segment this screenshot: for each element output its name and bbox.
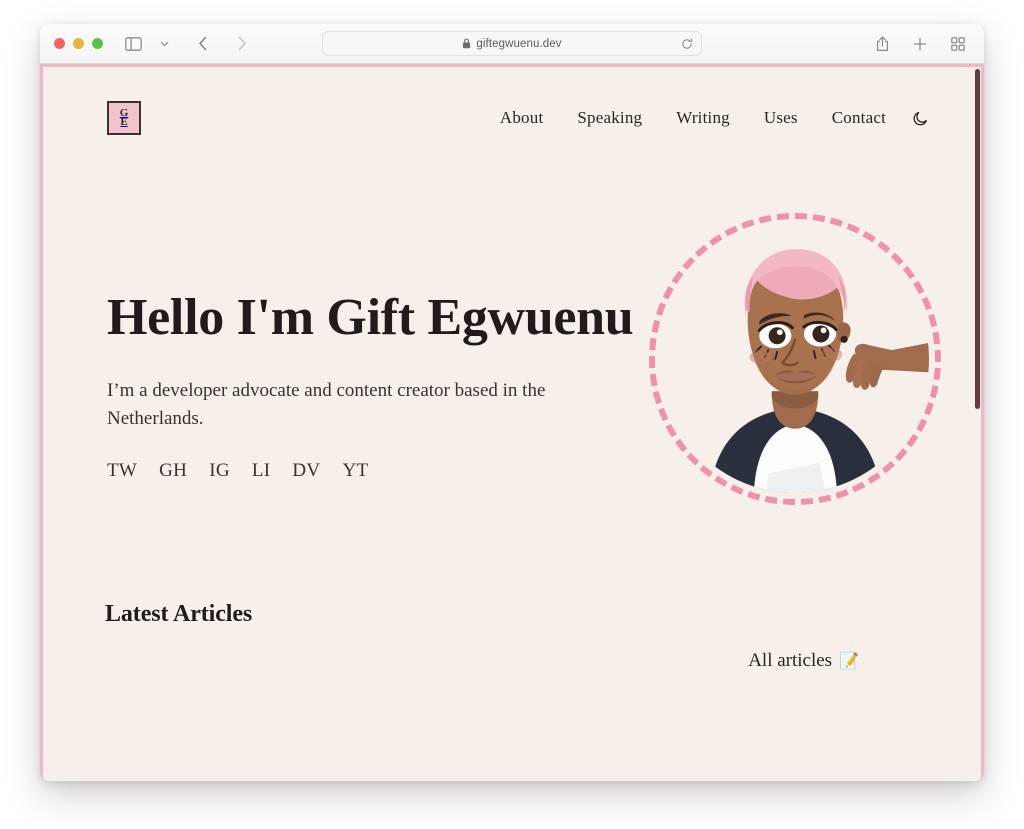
social-links: TW GH IG LI DV YT bbox=[107, 460, 637, 482]
site-navigation: About Speaking Writing Uses Contact bbox=[500, 108, 929, 128]
sidebar-toggle-icon[interactable] bbox=[121, 33, 145, 55]
forward-button-icon[interactable] bbox=[230, 33, 254, 55]
site-logo[interactable]: G E bbox=[107, 101, 141, 135]
all-articles-label: All articles bbox=[748, 650, 833, 671]
nav-item-uses[interactable]: Uses bbox=[764, 108, 798, 128]
avatar bbox=[649, 213, 941, 505]
nav-item-about[interactable]: About bbox=[500, 108, 544, 128]
site-header: G E About Speaking Writing Uses Contact bbox=[43, 67, 981, 135]
page-scrollbar-thumb[interactable] bbox=[975, 69, 980, 409]
moon-icon[interactable] bbox=[912, 110, 929, 127]
social-link-github[interactable]: GH bbox=[159, 460, 187, 482]
window-controls bbox=[54, 38, 103, 49]
latest-articles-heading: Latest Articles bbox=[105, 601, 253, 627]
social-link-linkedin[interactable]: LI bbox=[252, 460, 271, 482]
nav-item-speaking[interactable]: Speaking bbox=[577, 108, 642, 128]
social-link-instagram[interactable]: IG bbox=[209, 460, 230, 482]
hero-text-block: Hello I'm Gift Egwuenu I’m a developer a… bbox=[107, 213, 637, 482]
memo-icon: 📝 bbox=[839, 653, 859, 670]
nav-item-contact[interactable]: Contact bbox=[832, 108, 886, 128]
new-tab-icon[interactable] bbox=[908, 33, 932, 55]
all-articles-row: All articles 📝 bbox=[105, 650, 929, 672]
address-bar-url: giftegwuenu.dev bbox=[476, 37, 562, 50]
maximize-window-button[interactable] bbox=[92, 38, 103, 49]
social-link-youtube[interactable]: YT bbox=[342, 460, 368, 482]
latest-articles-section: Latest Articles All articles 📝 bbox=[43, 601, 981, 672]
browser-toolbar: giftegwuenu.dev bbox=[40, 24, 984, 64]
toolbar-left-controls bbox=[121, 33, 254, 55]
toolbar-right-controls bbox=[870, 33, 970, 55]
all-articles-link[interactable]: All articles 📝 bbox=[748, 650, 859, 672]
browser-window: giftegwuenu.dev G E About Speaking Writi… bbox=[40, 24, 984, 781]
page-scrollbar[interactable] bbox=[974, 67, 981, 781]
close-window-button[interactable] bbox=[54, 38, 65, 49]
avatar-illustration bbox=[661, 225, 929, 493]
lock-icon bbox=[462, 38, 471, 49]
page-viewport: G E About Speaking Writing Uses Contact bbox=[40, 64, 984, 781]
tab-overview-icon[interactable] bbox=[946, 33, 970, 55]
back-button-icon[interactable] bbox=[191, 33, 215, 55]
page-title: Hello I'm Gift Egwuenu bbox=[107, 289, 634, 346]
desktop-background: giftegwuenu.dev G E About Speaking Writi… bbox=[0, 0, 1024, 829]
social-link-devto[interactable]: DV bbox=[292, 460, 320, 482]
minimize-window-button[interactable] bbox=[73, 38, 84, 49]
reload-icon[interactable] bbox=[681, 37, 693, 50]
hero-subtitle: I’m a developer advocate and content cre… bbox=[107, 380, 546, 429]
hero-section: Hello I'm Gift Egwuenu I’m a developer a… bbox=[43, 213, 981, 505]
address-bar[interactable]: giftegwuenu.dev bbox=[322, 31, 702, 56]
chevron-down-icon[interactable] bbox=[152, 33, 176, 55]
share-icon[interactable] bbox=[870, 33, 894, 55]
nav-item-writing[interactable]: Writing bbox=[676, 108, 730, 128]
social-link-twitter[interactable]: TW bbox=[107, 460, 137, 482]
logo-letter-bottom: E bbox=[120, 116, 128, 128]
